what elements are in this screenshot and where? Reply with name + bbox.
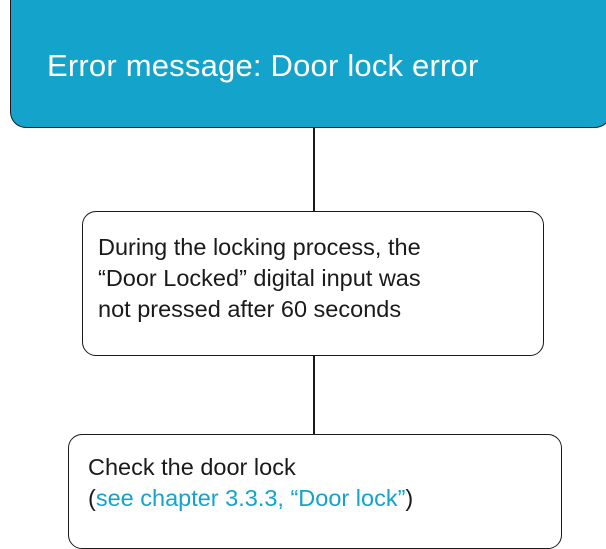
close-paren: ) [405,485,414,511]
error-header-box: Error message: Door lock error [10,0,606,128]
cause-line-1: During the locking process, the [98,234,421,260]
action-line-1: Check the door lock [88,454,296,480]
action-text: Check the door lock (see chapter 3.3.3, … [88,452,413,514]
action-box: Check the door lock (see chapter 3.3.3, … [68,434,562,549]
error-title: Error message: Door lock error [47,48,479,83]
cause-box: During the locking process, the “Door Lo… [82,211,544,356]
flowchart: Error message: Door lock error During th… [0,0,606,549]
connector-line-1 [313,128,315,211]
cause-line-2: “Door Locked” digital input was [98,265,421,291]
cause-line-3: not pressed after 60 seconds [98,296,402,322]
open-paren: ( [88,485,96,511]
action-line-2: (see chapter 3.3.3, “Door lock”) [88,483,413,514]
connector-line-2 [313,356,315,434]
chapter-reference-link[interactable]: see chapter 3.3.3, “Door lock” [96,485,406,511]
cause-text: During the locking process, the “Door Lo… [98,232,421,325]
